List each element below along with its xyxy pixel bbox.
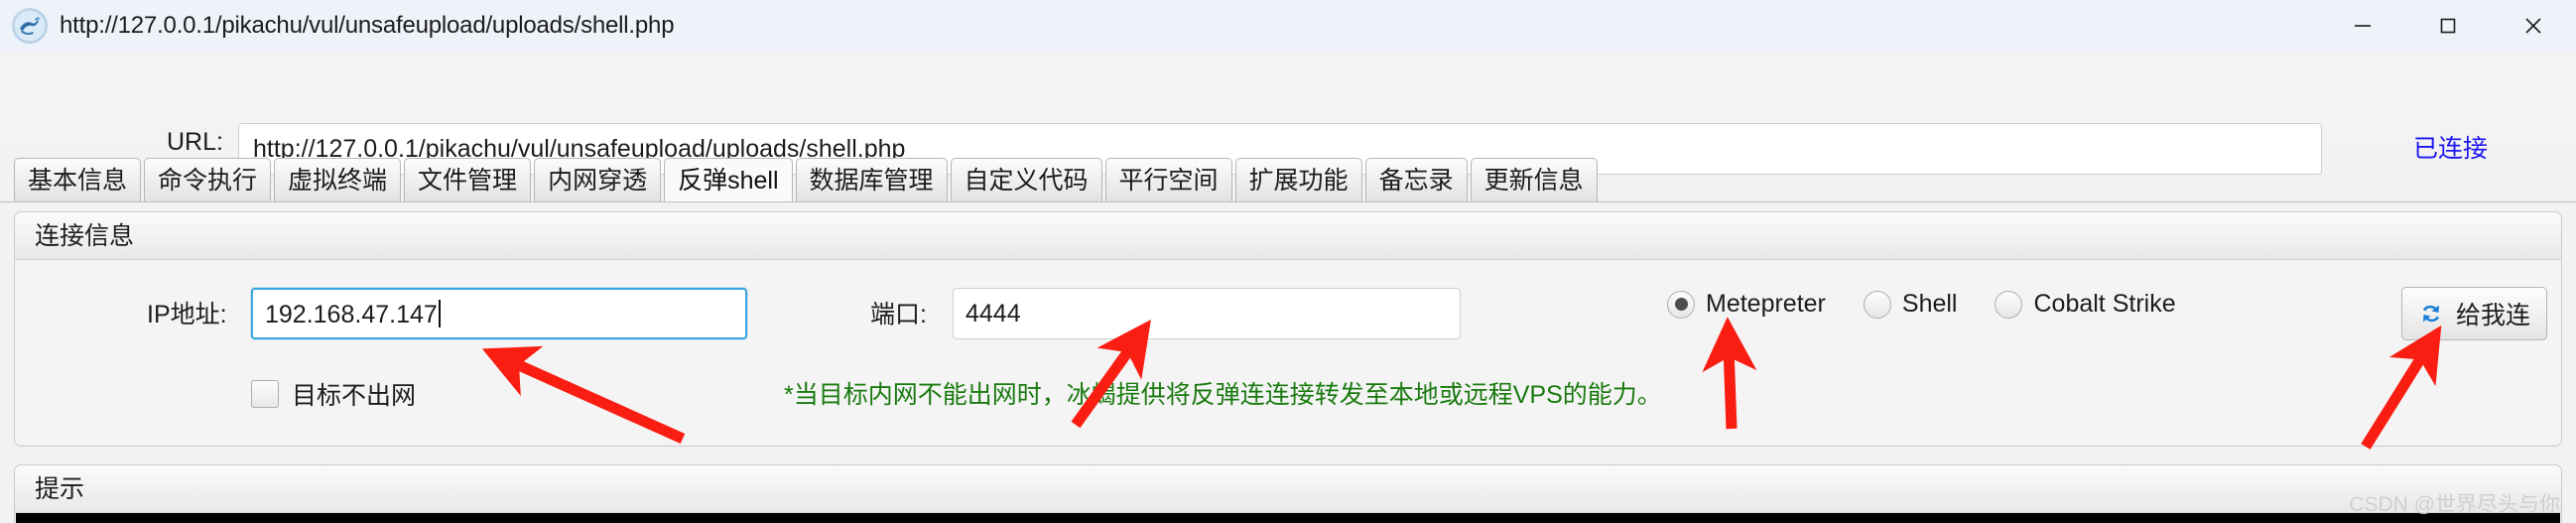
csdn-watermark: CSDN @世界尽头与你 — [2349, 493, 2560, 516]
radio-metepreter[interactable]: Metepreter — [1667, 290, 1826, 319]
tab-intranet-tunnel[interactable]: 内网穿透 — [534, 158, 662, 201]
minimize-icon[interactable] — [2320, 0, 2405, 51]
tab-bar: 基本信息 命令执行 虚拟终端 文件管理 内网穿透 反弹shell 数据库管理 自… — [0, 156, 2576, 202]
window-title: http://127.0.0.1/pikachu/vul/unsafeuploa… — [60, 11, 675, 39]
tab-command-exec[interactable]: 命令执行 — [144, 158, 272, 201]
port-input[interactable]: 4444 — [953, 288, 1461, 339]
tip-group: 提示 — [14, 464, 2562, 523]
connection-info-title: 连接信息 — [15, 212, 2561, 260]
radio-cobalt-strike[interactable]: Cobalt Strike — [1995, 290, 2176, 319]
radio-metepreter-label: Metepreter — [1706, 290, 1826, 318]
tab-virtual-terminal[interactable]: 虚拟终端 — [274, 158, 402, 201]
connection-info-group: 连接信息 IP地址: 192.168.47.147 端口: 4444 Metep… — [14, 211, 2562, 447]
url-bar: URL: http://127.0.0.1/pikachu/vul/unsafe… — [0, 51, 2576, 175]
maximize-icon[interactable] — [2405, 0, 2491, 51]
radio-shell[interactable]: Shell — [1863, 290, 1958, 319]
ip-address-input[interactable]: 192.168.47.147 — [251, 288, 747, 339]
no-outbound-label: 目标不出网 — [292, 382, 417, 410]
tab-basic-info[interactable]: 基本信息 — [14, 158, 142, 201]
radio-dot-icon — [1863, 290, 1891, 319]
radio-cobalt-strike-label: Cobalt Strike — [2033, 290, 2176, 318]
forwarding-hint-text: *当目标内网不能出网时，冰蝎提供将反弹连连接转发至本地或远程VPS的能力。 — [784, 381, 1662, 409]
title-bar: http://127.0.0.1/pikachu/vul/unsafeuploa… — [0, 0, 2576, 51]
tab-update-info[interactable]: 更新信息 — [1470, 158, 1598, 201]
tab-extensions[interactable]: 扩展功能 — [1234, 158, 1362, 201]
checkbox-icon — [251, 380, 279, 408]
tab-parallel-space[interactable]: 平行空间 — [1104, 158, 1232, 201]
tab-database[interactable]: 数据库管理 — [795, 158, 948, 201]
close-icon[interactable] — [2491, 0, 2576, 51]
radio-shell-label: Shell — [1901, 290, 1958, 318]
ip-address-label: IP地址: — [147, 301, 227, 328]
tab-custom-code[interactable]: 自定义代码 — [950, 158, 1102, 201]
sync-icon — [2418, 301, 2444, 327]
window-controls — [2320, 0, 2576, 51]
url-label: URL: — [167, 128, 223, 156]
scorpion-logo-icon — [12, 7, 48, 44]
behinder-main-window: http://127.0.0.1/pikachu/vul/unsafeuploa… — [0, 0, 2576, 523]
no-outbound-checkbox[interactable]: 目标不出网 — [251, 376, 416, 412]
payload-type-radio-group: Metepreter Shell Cobalt Strike — [1667, 290, 2214, 319]
tip-console-output — [16, 513, 2560, 523]
radio-dot-icon — [1667, 290, 1695, 319]
tip-group-title: 提示 — [15, 465, 2561, 513]
text-caret — [438, 300, 441, 327]
connect-button-label: 给我连 — [2456, 302, 2531, 329]
radio-dot-icon — [1995, 290, 2023, 319]
tab-reverse-shell[interactable]: 反弹shell — [664, 158, 793, 201]
ip-address-value: 192.168.47.147 — [265, 301, 438, 328]
tab-memo[interactable]: 备忘录 — [1364, 158, 1468, 201]
connect-button[interactable]: 给我连 — [2401, 287, 2548, 340]
connection-info-body: IP地址: 192.168.47.147 端口: 4444 Metepreter… — [15, 260, 2561, 445]
port-label: 端口: — [870, 301, 927, 328]
tab-file-manager[interactable]: 文件管理 — [404, 158, 532, 201]
